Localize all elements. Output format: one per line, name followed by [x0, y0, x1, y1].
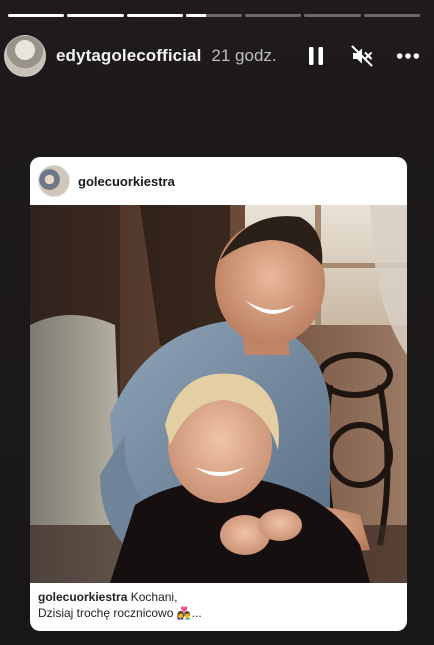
pause-button[interactable]: [304, 44, 328, 68]
post-caption: golecuorkiestra Kochani, Dzisiaj trochę …: [38, 589, 399, 621]
progress-segment: [304, 14, 361, 17]
progress-segment: [67, 14, 124, 17]
post-username[interactable]: golecuorkiestra: [78, 174, 175, 189]
post-photo[interactable]: [30, 205, 407, 583]
story-header: edytagolecofficial 21 godz.: [4, 34, 420, 78]
shared-post-card[interactable]: golecuorkiestra golecuorkiestra Kochani,…: [30, 157, 407, 631]
story-progress-bar: [8, 14, 420, 17]
caption-line-1: golecuorkiestra Kochani,: [38, 589, 399, 605]
story-username[interactable]: edytagolecofficial: [56, 46, 201, 66]
progress-segment: [245, 14, 302, 17]
more-icon: [396, 53, 420, 59]
progress-segment-current: [185, 14, 243, 17]
caption-username[interactable]: golecuorkiestra: [38, 590, 127, 604]
story-controls: [304, 44, 420, 68]
post-header: golecuorkiestra: [30, 157, 407, 205]
progress-segment: [126, 14, 183, 17]
mute-button[interactable]: [350, 44, 374, 68]
pause-icon: [309, 47, 323, 65]
story-time: 21 godz.: [211, 46, 277, 65]
progress-segment: [8, 14, 65, 17]
post-avatar[interactable]: [38, 165, 70, 197]
progress-segment: [363, 14, 420, 17]
avatar[interactable]: [4, 35, 46, 77]
more-button[interactable]: [396, 44, 420, 68]
mute-icon: [351, 45, 373, 67]
caption-text-2: Dzisiaj trochę rocznicowo 👩‍❤️‍👨...: [38, 606, 202, 620]
caption-text-1: Kochani,: [130, 590, 178, 604]
